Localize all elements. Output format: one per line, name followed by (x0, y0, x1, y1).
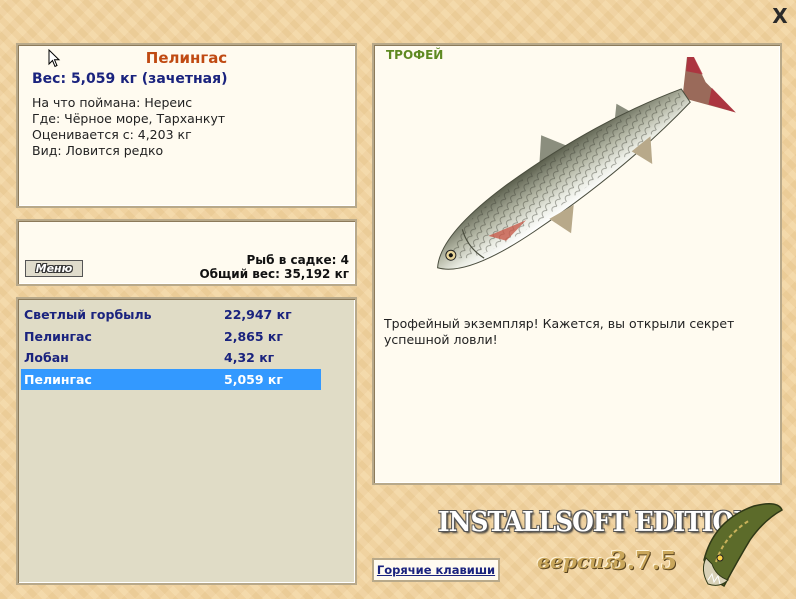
catch-weight: 4,32 кг (224, 350, 275, 365)
keepnet-panel: Меню Рыб в садке: 4 Общий вес: 35,192 кг (16, 219, 357, 286)
hotkeys-button[interactable]: Горячие клавиши (372, 558, 500, 582)
catch-name: Пелингас (24, 372, 92, 387)
fish-weight: Вес: 5,059 кг (зачетная) (32, 71, 228, 87)
catch-name: Пелингас (24, 329, 92, 344)
list-item[interactable]: Светлый горбыль 22,947 кг (21, 304, 321, 325)
close-button[interactable]: X (770, 6, 790, 26)
value-info: Оценивается с: 4,203 кг (32, 127, 192, 142)
list-item[interactable]: Пелингас 2,865 кг (21, 326, 321, 347)
catch-list[interactable]: Светлый горбыль 22,947 кг Пелингас 2,865… (16, 297, 357, 585)
close-icon: X (772, 4, 788, 28)
catch-name: Лобан (24, 350, 69, 365)
fish-count: Рыб в садке: 4 (246, 253, 350, 267)
version-word: версия (537, 549, 620, 573)
trophy-panel: ТРОФЕЙ Трофейный экземпляр! Кажется, вы … (372, 43, 782, 485)
fish-title: Пелингас (145, 49, 228, 67)
pike-logo-icon (702, 503, 783, 587)
rarity-info: Вид: Ловится редко (32, 143, 164, 158)
catch-weight: 22,947 кг (224, 307, 292, 322)
catch-weight: 5,059 кг (224, 372, 283, 387)
fish-info-panel: Пелингас Вес: 5,059 кг (зачетная) На что… (16, 43, 357, 208)
trophy-message: Трофейный экземпляр! Кажется, вы открыли… (384, 316, 735, 347)
fish-image (437, 57, 736, 270)
catch-weight: 2,865 кг (224, 329, 283, 344)
list-item[interactable]: Пелингас 5,059 кг (21, 369, 321, 390)
total-weight: Общий вес: 35,192 кг (199, 267, 349, 281)
menu-button[interactable]: Меню (25, 260, 83, 277)
bait-info: На что поймана: Нереис (32, 95, 193, 110)
mouse-cursor-icon (48, 49, 61, 68)
location-info: Где: Чёрное море, Тарханкут (32, 111, 226, 126)
version-number: 3.7.5 (610, 546, 677, 575)
list-item[interactable]: Лобан 4,32 кг (21, 347, 321, 368)
catch-name: Светлый горбыль (24, 307, 152, 322)
